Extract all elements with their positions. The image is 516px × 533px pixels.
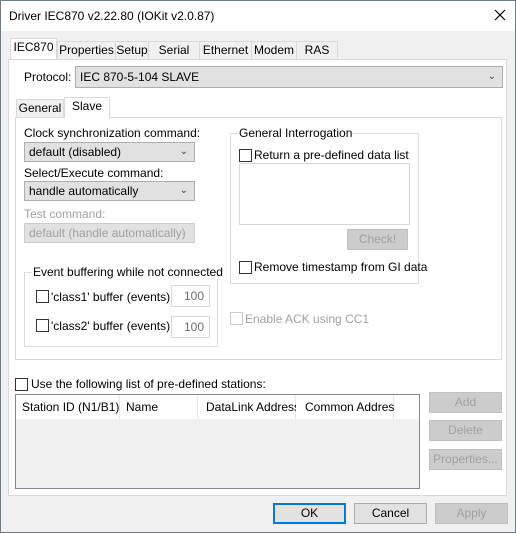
use-stations-label: Use the following list of pre-defined st… (31, 377, 266, 391)
delete-button[interactable]: Delete (429, 420, 502, 441)
gi-return-label: Return a pre-defined data list (254, 148, 409, 162)
class1-input[interactable]: 100 (171, 285, 210, 307)
properties-button[interactable]: Properties... (429, 449, 502, 470)
use-stations-checkbox[interactable] (15, 378, 28, 391)
protocol-label: Protocol: (24, 70, 72, 84)
class2-input[interactable]: 100 (171, 316, 210, 338)
close-icon[interactable] (494, 9, 506, 21)
dialog-window: Driver IEC870 v2.22.80 (IOKit v2.0.87) I… (0, 0, 516, 533)
chevron-down-icon: ⌄ (487, 71, 496, 82)
enable-ack-checkbox (230, 312, 243, 325)
tab-modem[interactable]: Modem (251, 41, 297, 60)
tab-ras[interactable]: RAS (296, 41, 338, 60)
subtab-slave[interactable]: Slave (64, 97, 110, 118)
tab-iec870[interactable]: IEC870 (10, 38, 57, 59)
column-header-name[interactable]: Name (120, 395, 198, 419)
title-bar: Driver IEC870 v2.22.80 (IOKit v2.0.87) (1, 1, 515, 31)
class1-checkbox[interactable] (36, 290, 49, 303)
remove-timestamp-checkbox[interactable] (239, 261, 252, 274)
tab-properties[interactable]: Properties (57, 41, 116, 60)
clock-select[interactable]: default (disabled) ⌄ (24, 142, 195, 162)
subtab-general[interactable]: General (16, 99, 64, 118)
select-execute-select[interactable]: handle automatically ⌄ (24, 181, 195, 201)
event-buffering-group: Event buffering while not connected 'cla… (24, 265, 224, 347)
class2-checkbox[interactable] (36, 319, 49, 332)
gi-legend: General Interrogation (238, 126, 354, 140)
tab-setup[interactable]: Setup (115, 41, 149, 60)
remove-timestamp-label: Remove timestamp from GI data (254, 260, 428, 274)
protocol-select[interactable]: IEC 870-5-104 SLAVE ⌄ (75, 66, 503, 88)
tab-serial[interactable]: Serial (148, 41, 200, 60)
gi-data-list[interactable] (239, 163, 410, 225)
cancel-button[interactable]: Cancel (354, 503, 427, 524)
test-command-label: Test command: (24, 207, 106, 221)
clock-label: Clock synchronization command: (24, 126, 201, 140)
slave-panel: Clock synchronization command: default (… (15, 117, 502, 360)
chevron-down-icon: ⌄ (179, 227, 188, 238)
ok-button[interactable]: OK (273, 503, 346, 524)
column-header-filler (394, 395, 419, 419)
class1-label: 'class1' buffer (events): (51, 290, 174, 304)
select-execute-value: handle automatically (29, 184, 139, 198)
chevron-down-icon: ⌄ (179, 146, 188, 157)
event-buffering-legend: Event buffering while not connected (32, 265, 224, 279)
column-header-station-id[interactable]: Station ID (N1/B1) (16, 395, 120, 419)
stations-listview[interactable]: Station ID (N1/B1) Name DataLink Address… (15, 394, 420, 489)
window-title: Driver IEC870 v2.22.80 (IOKit v2.0.87) (9, 9, 215, 23)
add-button[interactable]: Add (429, 392, 502, 413)
select-execute-label: Select/Execute command: (24, 166, 164, 180)
gi-return-checkbox[interactable] (239, 149, 252, 162)
tab-ethernet[interactable]: Ethernet (199, 41, 252, 60)
chevron-down-icon: ⌄ (179, 185, 188, 196)
enable-ack-label: Enable ACK using CC1 (245, 312, 370, 326)
clock-value: default (disabled) (29, 145, 122, 159)
protocol-value: IEC 870-5-104 SLAVE (80, 70, 200, 84)
column-header-datalink-address[interactable]: DataLink Address (198, 395, 300, 419)
check-button[interactable]: Check! (347, 229, 408, 250)
general-interrogation-group: General Interrogation Return a pre-defin… (230, 126, 427, 284)
apply-button[interactable]: Apply (435, 503, 508, 524)
class2-label: 'class2' buffer (events): (51, 319, 174, 333)
tab-panel: Protocol: IEC 870-5-104 SLAVE ⌄ General … (8, 59, 507, 496)
test-command-select: default (handle automatically) ⌄ (24, 223, 195, 243)
test-command-value: default (handle automatically) (29, 226, 186, 240)
column-header-common-address[interactable]: Common Address (296, 395, 400, 419)
